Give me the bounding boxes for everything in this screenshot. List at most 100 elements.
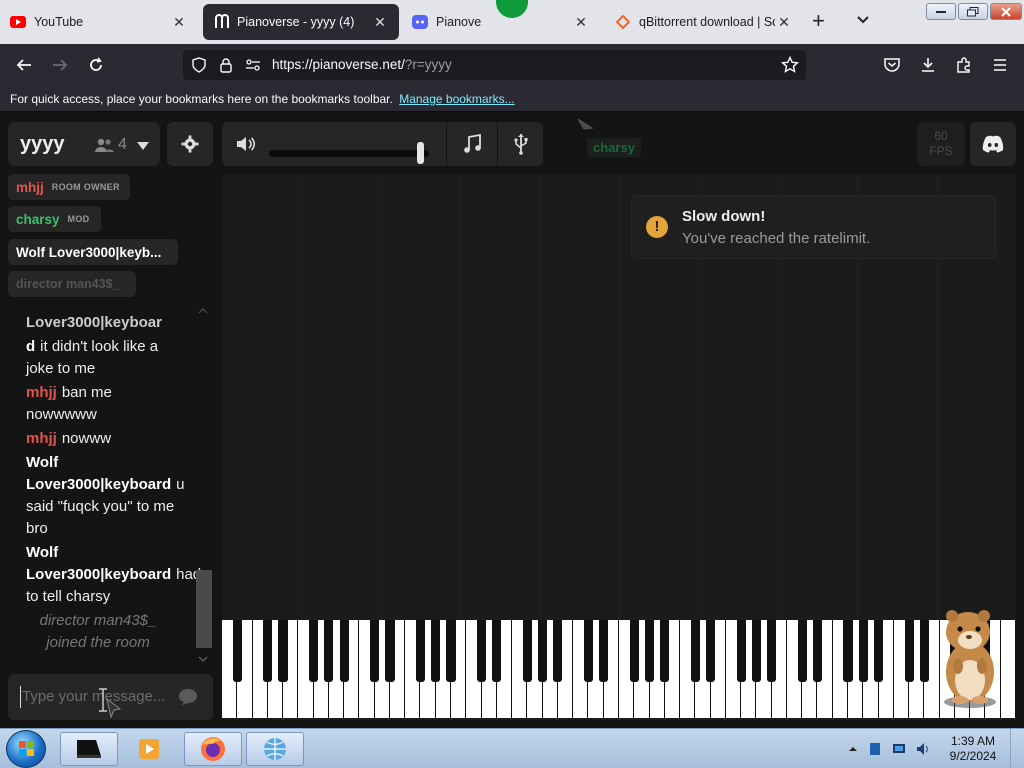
piano-black-key[interactable] [599, 620, 609, 682]
piano-black-key[interactable] [476, 620, 487, 682]
piano-black-key[interactable] [690, 620, 700, 682]
piano-black-key[interactable] [583, 620, 594, 682]
reload-button[interactable] [84, 54, 108, 76]
new-tab-button[interactable]: + [812, 10, 825, 32]
volume-slider-thumb[interactable] [417, 142, 424, 164]
tray-app-icon[interactable] [868, 742, 882, 756]
piano-black-key[interactable] [370, 620, 380, 682]
piano-black-key[interactable] [629, 620, 639, 682]
toast-message: You've reached the ratelimit. [682, 230, 871, 247]
piano-black-key[interactable] [873, 620, 884, 682]
piano-keyboard[interactable] [222, 620, 1016, 718]
chat-bubble-icon[interactable] [178, 688, 198, 711]
chat-scrollbar[interactable] [196, 306, 214, 666]
piano-black-key[interactable] [767, 620, 777, 682]
system-message: director man43$_ joined the room [39, 612, 157, 651]
shield-icon[interactable] [191, 57, 207, 78]
forward-button[interactable] [48, 54, 72, 76]
close-icon[interactable]: ✕ [170, 13, 188, 31]
bookmark-star-icon[interactable] [780, 55, 800, 79]
speaker-icon[interactable] [916, 742, 930, 756]
volume-icon[interactable] [236, 136, 256, 157]
user-badge-owner[interactable]: mhjj ROOM OWNER [8, 174, 130, 200]
midi-devices-button[interactable] [498, 122, 543, 166]
piano-black-key[interactable] [736, 620, 746, 682]
close-icon[interactable]: ✕ [775, 13, 793, 31]
tab-pianoverse[interactable]: Pianoverse - yyyy (4) ✕ [203, 4, 399, 40]
piano-black-key[interactable] [538, 620, 548, 682]
piano-black-key[interactable] [797, 620, 807, 682]
chat-log[interactable]: Lover3000|keyboar d it didn't look like a … [0, 306, 214, 662]
chat-author[interactable]: mhjj [26, 384, 57, 401]
chat-author[interactable]: Wolf Lover3000|keyboard [26, 454, 171, 493]
minimize-button[interactable] [926, 3, 956, 20]
piano-black-key[interactable] [644, 620, 655, 682]
system-clock[interactable]: 1:39 AM 9/2/2024 [944, 734, 1002, 764]
restore-button[interactable] [958, 3, 988, 20]
settings-button[interactable] [167, 122, 213, 166]
scrollbar-thumb[interactable] [196, 570, 212, 648]
extensions-button[interactable] [952, 54, 976, 76]
user-badge-mod[interactable]: charsy MOD [8, 206, 101, 232]
network-icon[interactable] [892, 742, 906, 756]
back-button[interactable] [12, 54, 36, 76]
manage-bookmarks-link[interactable]: Manage bookmarks... [399, 92, 514, 106]
url-text[interactable]: https://pianoverse.net/?r=yyyy [272, 57, 452, 72]
piano-black-key[interactable] [263, 620, 273, 682]
chat-author[interactable]: Lover3000|keyboar [26, 314, 162, 331]
music-note-button[interactable] [447, 122, 497, 166]
taskbar-piano-app[interactable] [60, 732, 118, 766]
menu-button[interactable] [988, 54, 1012, 76]
user-badge[interactable]: Wolf Lover3000|keyb... [8, 239, 178, 265]
piano-black-key[interactable] [339, 620, 349, 682]
volume-slider[interactable] [269, 142, 429, 164]
taskbar-media-player[interactable] [120, 732, 178, 766]
piano-black-key[interactable] [904, 620, 914, 682]
music-note-icon [464, 134, 481, 153]
close-icon[interactable]: ✕ [572, 13, 590, 31]
start-button[interactable] [6, 730, 46, 768]
url-bar[interactable]: https://pianoverse.net/?r=yyyy [183, 50, 806, 80]
piano-black-key[interactable] [232, 620, 242, 682]
piano-black-key[interactable] [385, 620, 395, 682]
arrow-left-icon [16, 59, 31, 71]
piano-black-key[interactable] [553, 620, 563, 682]
taskbar-network-app[interactable] [246, 732, 304, 766]
piano-black-key[interactable] [431, 620, 441, 682]
piano-black-key[interactable] [812, 620, 823, 682]
piano-black-key[interactable] [919, 620, 929, 682]
piano-black-key[interactable] [660, 620, 670, 682]
piano-black-key[interactable] [309, 620, 319, 682]
piano-black-key[interactable] [278, 620, 288, 682]
room-selector[interactable]: yyyy 4 [8, 122, 160, 166]
tab-pianoverse-discord[interactable]: Pianove ✕ [402, 4, 600, 40]
piano-black-key[interactable] [858, 620, 868, 682]
discord-button[interactable] [970, 122, 1016, 166]
piano-black-key[interactable] [522, 620, 532, 682]
piano-black-key[interactable] [706, 620, 716, 682]
piano-black-key[interactable] [843, 620, 853, 682]
close-window-button[interactable] [990, 3, 1022, 20]
tray-expand-icon[interactable] [846, 742, 860, 756]
piano-black-key[interactable] [446, 620, 456, 682]
piano-black-key[interactable] [415, 620, 426, 682]
chat-author[interactable]: d [26, 338, 35, 355]
fps-label: FPS [929, 144, 953, 158]
downloads-button[interactable] [916, 54, 940, 76]
piano-black-key[interactable] [324, 620, 334, 682]
tab-qbittorrent[interactable]: qBittorrent download | Sou ✕ [605, 4, 803, 40]
show-desktop-button[interactable] [1010, 729, 1024, 768]
user-badge[interactable]: director man43$_ [8, 271, 136, 297]
piano-black-key[interactable] [492, 620, 502, 682]
taskbar-firefox[interactable] [184, 732, 242, 766]
list-all-tabs-button[interactable] [856, 12, 870, 30]
chat-author[interactable]: Wolf Lover3000|keyboard [26, 544, 171, 583]
tab-youtube[interactable]: YouTube ✕ [0, 4, 198, 40]
pocket-button[interactable] [880, 54, 904, 76]
lock-icon[interactable] [219, 57, 233, 78]
close-icon[interactable]: ✕ [371, 13, 389, 31]
chat-author[interactable]: mhjj [26, 430, 57, 447]
permissions-icon[interactable] [245, 58, 261, 77]
chat-message-input[interactable]: Type your message... [8, 674, 213, 720]
piano-black-key[interactable] [751, 620, 761, 682]
